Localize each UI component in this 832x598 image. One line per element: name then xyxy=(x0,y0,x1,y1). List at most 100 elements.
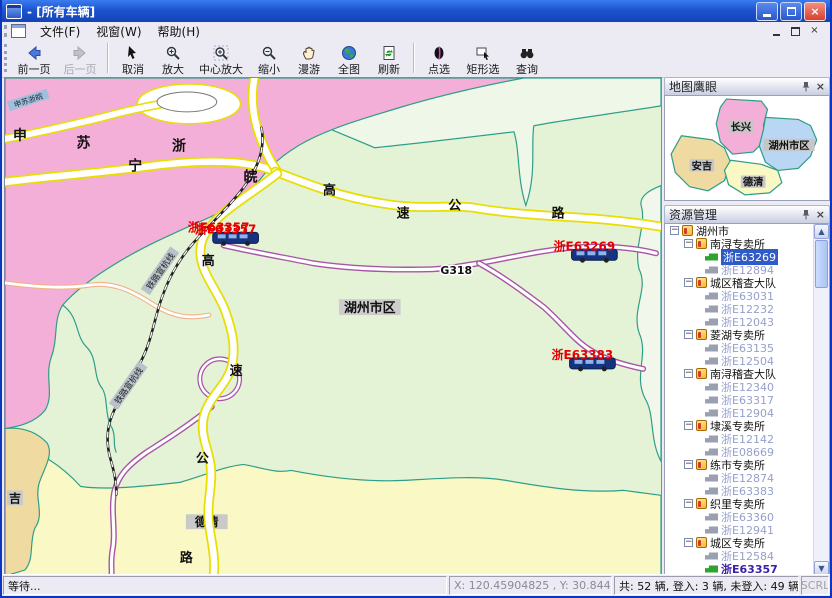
panel-close-icon[interactable]: × xyxy=(816,208,825,221)
expand-toggle-icon[interactable]: − xyxy=(684,330,693,339)
pin-icon[interactable] xyxy=(801,81,811,92)
expand-toggle-icon[interactable]: − xyxy=(684,278,693,287)
expand-toggle-icon[interactable]: − xyxy=(684,460,693,469)
toolbar-pan[interactable]: 漫游 xyxy=(289,41,329,79)
vehicle-truck-icon xyxy=(705,409,718,417)
minimize-button[interactable] xyxy=(756,2,778,21)
toolbar-next-page[interactable]: 后一页 xyxy=(57,41,103,79)
refresh-page-icon xyxy=(381,44,397,61)
rect-select-icon xyxy=(475,44,491,61)
arrow-left-icon xyxy=(26,44,42,61)
toolbar-grip[interactable] xyxy=(4,44,7,72)
label-ji: 吉 xyxy=(9,491,21,505)
label-huzhou-city: 湖州市区 xyxy=(344,300,396,316)
toolbar-full-extent[interactable]: 全图 xyxy=(329,41,369,79)
organization-icon xyxy=(696,498,707,509)
cursor-icon xyxy=(125,44,141,61)
resource-tree[interactable]: −湖州市−南浔专卖所浙E63269浙E12894−城区稽查大队浙E63031浙E… xyxy=(665,224,814,576)
restore-button[interactable] xyxy=(780,2,802,21)
vehicle-truck-icon xyxy=(705,318,718,326)
expand-toggle-icon[interactable]: − xyxy=(684,421,693,430)
toolbar-zoom-in[interactable]: 放大 xyxy=(153,41,193,79)
overview-panel-body: 长兴 湖州市区 安吉 德清 xyxy=(664,95,830,201)
toolbar-query[interactable]: 查询 xyxy=(507,41,547,79)
expand-toggle-icon[interactable]: − xyxy=(670,226,679,235)
label-g318: G318 xyxy=(440,264,472,277)
menu-help[interactable]: 帮助(H) xyxy=(150,22,208,41)
pin-icon[interactable] xyxy=(801,209,811,220)
toolbar-rect-select[interactable]: 矩形选 xyxy=(459,41,507,79)
toolbar-center-zoom[interactable]: 中心放大 xyxy=(193,41,249,79)
toolbar-label: 前一页 xyxy=(18,61,51,77)
menu-window[interactable]: 视窗(W) xyxy=(88,22,149,41)
toolbar-zoom-out[interactable]: 缩小 xyxy=(249,41,289,79)
menu-file[interactable]: 文件(F) xyxy=(32,22,88,41)
mdi-minimize-button[interactable] xyxy=(769,25,784,38)
vehicle-truck-icon xyxy=(705,253,718,261)
overview-label-anji: 安吉 xyxy=(692,159,713,172)
vehicle-truck-icon xyxy=(705,474,718,482)
toolbar-label: 后一页 xyxy=(64,61,97,77)
label-shen: 申 xyxy=(13,127,27,144)
scroll-up-button[interactable]: ▲ xyxy=(814,224,829,239)
expand-toggle-icon[interactable]: − xyxy=(684,499,693,508)
label-lu: 路 xyxy=(552,205,565,221)
mdi-child-icon[interactable] xyxy=(11,24,26,38)
label-lu-side: 路 xyxy=(180,550,193,566)
vehicle-truck-icon xyxy=(705,513,718,521)
overview-panel-title: 地图鹰眼 xyxy=(669,78,801,95)
label-su2: 速 xyxy=(397,205,410,221)
interchange-oval xyxy=(157,92,217,112)
label-gao: 高 xyxy=(323,183,336,199)
minimize-icon xyxy=(763,14,771,17)
expand-toggle-icon[interactable]: − xyxy=(684,369,693,378)
organization-icon xyxy=(696,537,707,548)
panel-close-icon[interactable]: × xyxy=(816,80,825,93)
zoom-out-icon xyxy=(261,44,277,61)
vehicle-truck-icon xyxy=(705,435,718,443)
toolbar: 前一页 后一页 取消 放大 中心放大 缩小 漫游 全图 xyxy=(2,40,830,78)
vehicle-truck-icon xyxy=(705,292,718,300)
toolbar-label: 取消 xyxy=(122,61,144,77)
overview-panel: 地图鹰眼 × 长兴 湖州市区 安吉 xyxy=(664,77,830,201)
overview-map[interactable]: 长兴 湖州市区 安吉 德清 xyxy=(665,96,829,200)
toolbar-label: 点选 xyxy=(428,61,450,77)
globe-icon xyxy=(341,44,357,61)
expand-toggle-icon[interactable]: − xyxy=(684,538,693,547)
vehicle-truck-icon xyxy=(705,357,718,365)
toolbar-separator xyxy=(413,43,415,73)
toolbar-refresh[interactable]: 刷新 xyxy=(369,41,409,79)
map-canvas[interactable]: 德清 xyxy=(5,78,661,576)
menubar-grip[interactable] xyxy=(4,25,7,37)
label-ning: 宁 xyxy=(128,158,142,175)
mdi-restore-button[interactable] xyxy=(788,25,803,38)
resource-panel-body: −湖州市−南浔专卖所浙E63269浙E12894−城区稽查大队浙E63031浙E… xyxy=(664,223,830,577)
vehicle-truck-icon xyxy=(705,565,718,573)
tree-scrollbar[interactable]: ▲ ▼ xyxy=(813,224,829,576)
toolbar-label: 中心放大 xyxy=(199,61,243,77)
vehicle-truck-icon xyxy=(705,344,718,352)
vehicle-truck-icon xyxy=(705,266,718,274)
application-window: - [所有车辆] × 文件(F) 视窗(W) 帮助(H) × 前一页 后一页 xyxy=(0,0,832,598)
mdi-close-button[interactable]: × xyxy=(807,25,822,38)
scroll-thumb[interactable] xyxy=(815,240,828,288)
vehicle-plate-label-ghost: 浙E63357 xyxy=(195,222,256,236)
expand-toggle-icon[interactable]: − xyxy=(684,239,693,248)
overview-label-huzhou: 湖州市区 xyxy=(769,139,810,152)
overview-panel-header: 地图鹰眼 × xyxy=(664,77,830,95)
toolbar-prev-page[interactable]: 前一页 xyxy=(11,41,57,79)
toolbar-cancel[interactable]: 取消 xyxy=(113,41,153,79)
zoom-in-cursor-icon xyxy=(165,44,181,61)
vehicle-truck-icon xyxy=(705,526,718,534)
close-button[interactable]: × xyxy=(804,2,826,21)
resource-panel: 资源管理 × −湖州市−南浔专卖所浙E63269浙E12894−城区稽查大队浙E… xyxy=(664,205,830,577)
status-message: 等待... xyxy=(3,576,447,595)
organization-icon xyxy=(696,459,707,470)
resource-panel-title: 资源管理 xyxy=(669,206,801,223)
vehicle-plate-label: 浙E63383 xyxy=(552,348,613,362)
label-wan: 皖 xyxy=(244,169,258,186)
toolbar-label: 查询 xyxy=(516,61,538,77)
organization-icon xyxy=(696,238,707,249)
toolbar-point-select[interactable]: 点选 xyxy=(419,41,459,79)
title-bar: - [所有车辆] × xyxy=(2,0,830,22)
